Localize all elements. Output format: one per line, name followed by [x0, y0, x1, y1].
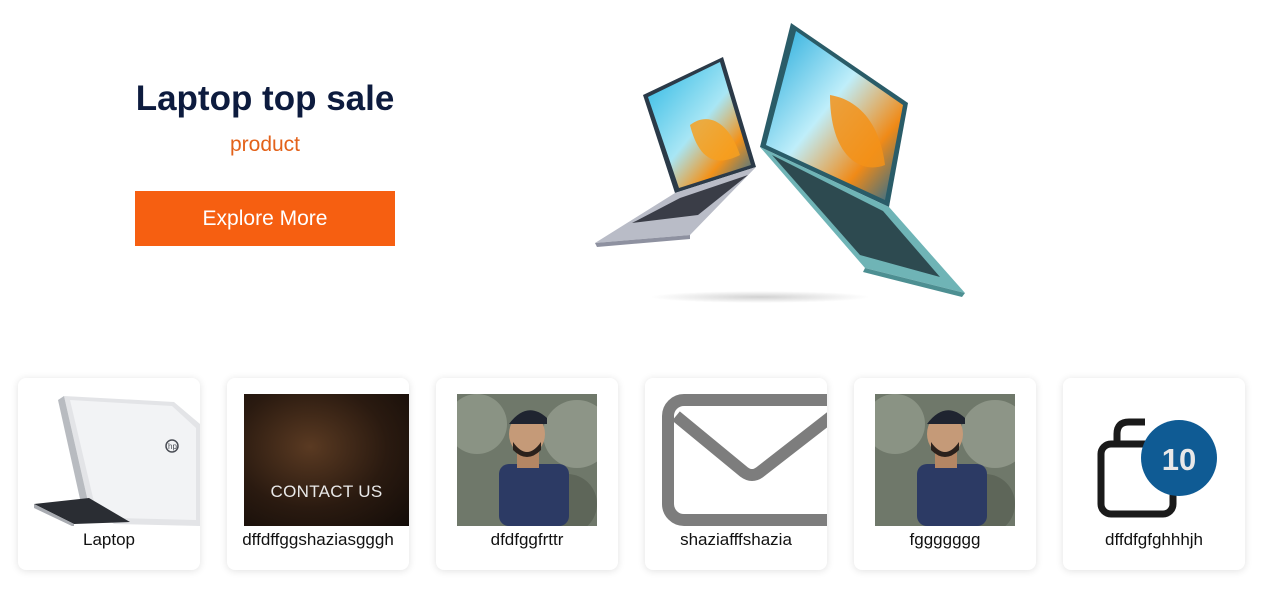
category-card-mail[interactable]: shaziafffshazia — [645, 378, 827, 570]
hero-subtitle: product — [229, 133, 301, 156]
category-label: fggggggg — [909, 530, 981, 549]
cart-badge-icon: 10 — [1097, 418, 1217, 518]
category-label: dffdffggshaziasgggh — [242, 530, 394, 549]
category-label: dfdfggfrttr — [490, 530, 564, 549]
category-card-cart[interactable]: 10 dffdfgfghhhjh — [1063, 378, 1245, 570]
category-label: Laptop — [83, 530, 135, 549]
category-label: shaziafffshazia — [680, 530, 792, 549]
explore-more-button[interactable]: Explore More — [135, 191, 395, 246]
category-card-laptop[interactable]: hp Laptop — [18, 378, 200, 570]
hero-text: Laptop top sale product — [105, 78, 425, 158]
category-card-person-2[interactable]: fggggggg — [854, 378, 1036, 570]
hero-title: Laptop top sale — [135, 79, 395, 118]
hero-laptops-image — [595, 23, 965, 303]
category-label: dffdfgfghhhjh — [1105, 530, 1203, 549]
envelope-icon — [662, 394, 827, 526]
category-card-contact[interactable]: CONTACT US dffdffggshaziasgggh — [227, 378, 409, 570]
cart-badge-count: 10 — [1162, 442, 1196, 477]
svg-text:hp: hp — [168, 442, 177, 451]
person-photo — [875, 394, 1015, 526]
contact-us-image: CONTACT US — [244, 394, 409, 526]
contact-us-text: CONTACT US — [270, 482, 383, 501]
category-card-person-1[interactable]: dfdfggfrttr — [436, 378, 618, 570]
person-photo — [457, 394, 597, 526]
laptop-image: hp — [34, 396, 200, 526]
